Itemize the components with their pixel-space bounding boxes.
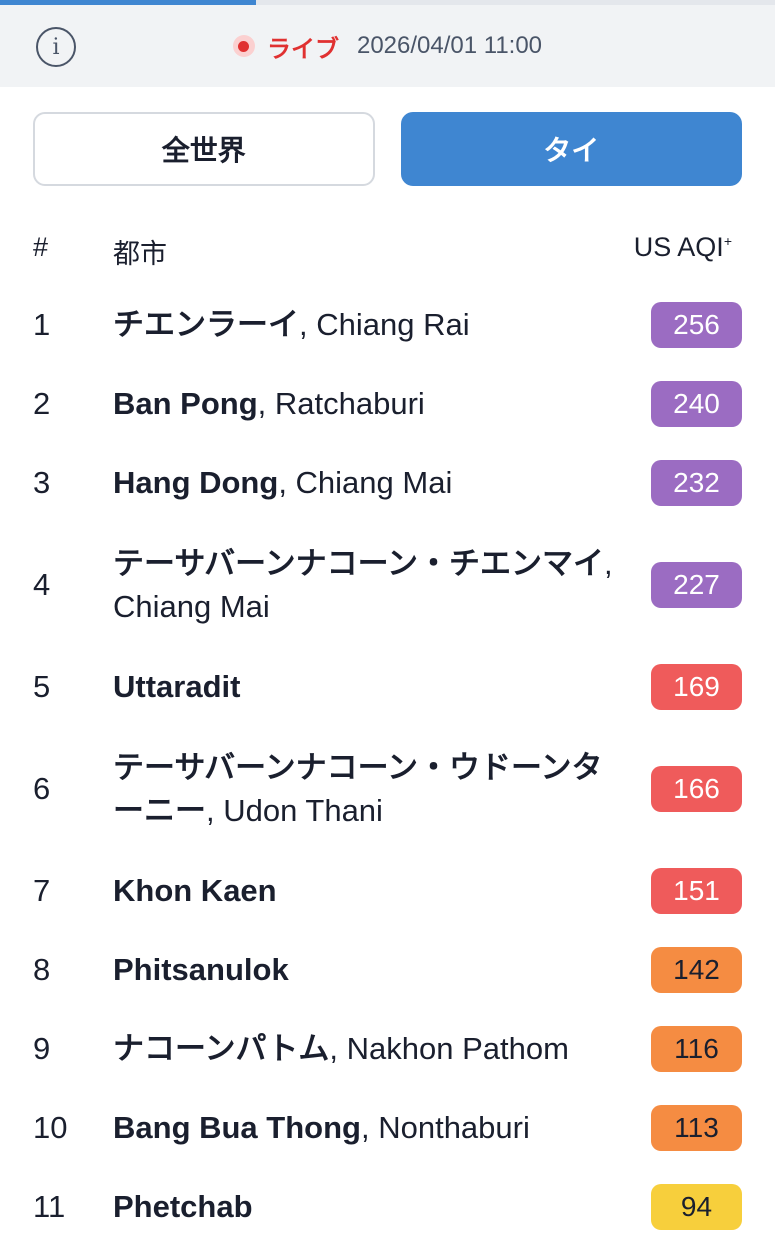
- aqi-badge: 227: [651, 561, 742, 608]
- status-bar: ライブ 2026/04/01 11:00 i: [0, 5, 775, 87]
- table-row[interactable]: 5 Uttaradit 169: [33, 647, 742, 726]
- city-name: Phetchab: [113, 1189, 253, 1224]
- row-rank: 11: [33, 1188, 66, 1224]
- city-region: , Chiang Mai: [278, 465, 453, 500]
- city-region: , Ratchaburi: [257, 386, 425, 421]
- aqi-badge: 232: [651, 459, 742, 506]
- row-city[interactable]: チエンラーイ, Chiang Rai: [113, 303, 651, 346]
- aqi-badge: 169: [651, 663, 742, 710]
- tab-worldwide[interactable]: 全世界: [33, 112, 375, 186]
- header-aqi-mark: +: [723, 233, 732, 249]
- aqi-badge: 94: [651, 1183, 742, 1230]
- row-rank: 3: [33, 464, 51, 500]
- row-rank: 6: [33, 770, 51, 806]
- row-rank: 4: [33, 566, 51, 602]
- row-city[interactable]: Ban Pong, Ratchaburi: [113, 382, 651, 425]
- aqi-badge: 116: [651, 1025, 742, 1072]
- city-region: , Nonthaburi: [360, 1110, 530, 1145]
- city-name: Ban Pong: [113, 386, 258, 421]
- table-row[interactable]: 8 Phitsanulok 142: [33, 930, 742, 1009]
- header-rank: #: [33, 232, 49, 262]
- row-rank: 1: [33, 306, 51, 342]
- row-rank: 8: [33, 951, 51, 987]
- row-rank: 10: [33, 1109, 68, 1145]
- row-rank: 2: [33, 385, 51, 421]
- row-city[interactable]: Phetchab: [113, 1185, 651, 1228]
- region-tabs: 全世界 タイ: [33, 112, 742, 186]
- city-region: , Nakhon Pathom: [329, 1031, 569, 1066]
- ranking-table-header: # 都市 US AQI+: [33, 222, 742, 274]
- row-city[interactable]: Hang Dong, Chiang Mai: [113, 461, 651, 504]
- live-dot-icon: [232, 35, 255, 57]
- table-row[interactable]: 6 テーサバーンナコーン・ウドーンターニー, Udon Thani 166: [33, 726, 742, 851]
- header-aqi[interactable]: US AQI+: [634, 232, 732, 263]
- aqi-badge: 151: [651, 867, 742, 914]
- row-city[interactable]: Khon Kaen: [113, 869, 651, 912]
- aqi-badge: 166: [651, 765, 742, 812]
- row-city[interactable]: ナコーンパトム, Nakhon Pathom: [113, 1027, 651, 1070]
- live-status: ライブ 2026/04/01 11:00: [0, 5, 775, 87]
- aqi-badge: 113: [651, 1104, 742, 1151]
- city-name: Bang Bua Thong: [113, 1110, 361, 1145]
- aqi-badge: 256: [651, 301, 742, 348]
- row-city[interactable]: テーサバーンナコーン・ウドーンターニー, Udon Thani: [113, 746, 651, 832]
- city-name: テーサバーンナコーン・チエンマイ: [113, 545, 605, 581]
- live-timestamp: 2026/04/01 11:00: [356, 32, 543, 59]
- city-name: Khon Kaen: [113, 873, 277, 908]
- city-name: Hang Dong: [113, 465, 279, 500]
- header-city: 都市: [113, 239, 167, 269]
- row-rank: 5: [33, 668, 51, 704]
- live-label: ライブ: [266, 35, 339, 63]
- ranking-table: 1 チエンラーイ, Chiang Rai 256 2 Ban Pong, Ratchab…: [33, 285, 742, 1246]
- city-region: , Udon Thani: [206, 792, 383, 828]
- table-row[interactable]: 4 テーサバーンナコーン・チエンマイ, Chiang Mai 227: [33, 522, 742, 647]
- city-name: Uttaradit: [113, 669, 241, 704]
- city-name: Phitsanulok: [113, 952, 289, 987]
- table-row[interactable]: 9 ナコーンパトム, Nakhon Pathom 116: [33, 1009, 742, 1088]
- row-city[interactable]: Bang Bua Thong, Nonthaburi: [113, 1106, 651, 1149]
- row-rank: 7: [33, 872, 51, 908]
- row-rank: 9: [33, 1030, 51, 1066]
- table-row[interactable]: 11 Phetchab 94: [33, 1167, 742, 1246]
- header-aqi-label: US AQI: [633, 232, 724, 262]
- tab-thailand[interactable]: タイ: [400, 112, 742, 186]
- table-row[interactable]: 1 チエンラーイ, Chiang Rai 256: [33, 285, 742, 364]
- city-name: ナコーンパトム: [113, 1031, 330, 1066]
- row-city[interactable]: Uttaradit: [113, 665, 651, 708]
- table-row[interactable]: 7 Khon Kaen 151: [33, 851, 742, 930]
- city-region: , Chiang Rai: [299, 307, 470, 342]
- table-row[interactable]: 10 Bang Bua Thong, Nonthaburi 113: [33, 1088, 742, 1167]
- table-row[interactable]: 2 Ban Pong, Ratchaburi 240: [33, 364, 742, 443]
- aqi-badge: 240: [651, 380, 742, 427]
- row-city[interactable]: Phitsanulok: [113, 948, 651, 991]
- info-icon[interactable]: i: [36, 27, 76, 67]
- row-city[interactable]: テーサバーンナコーン・チエンマイ, Chiang Mai: [113, 542, 651, 628]
- city-name: チエンラーイ: [113, 307, 299, 342]
- aqi-badge: 142: [651, 946, 742, 993]
- table-row[interactable]: 3 Hang Dong, Chiang Mai 232: [33, 443, 742, 522]
